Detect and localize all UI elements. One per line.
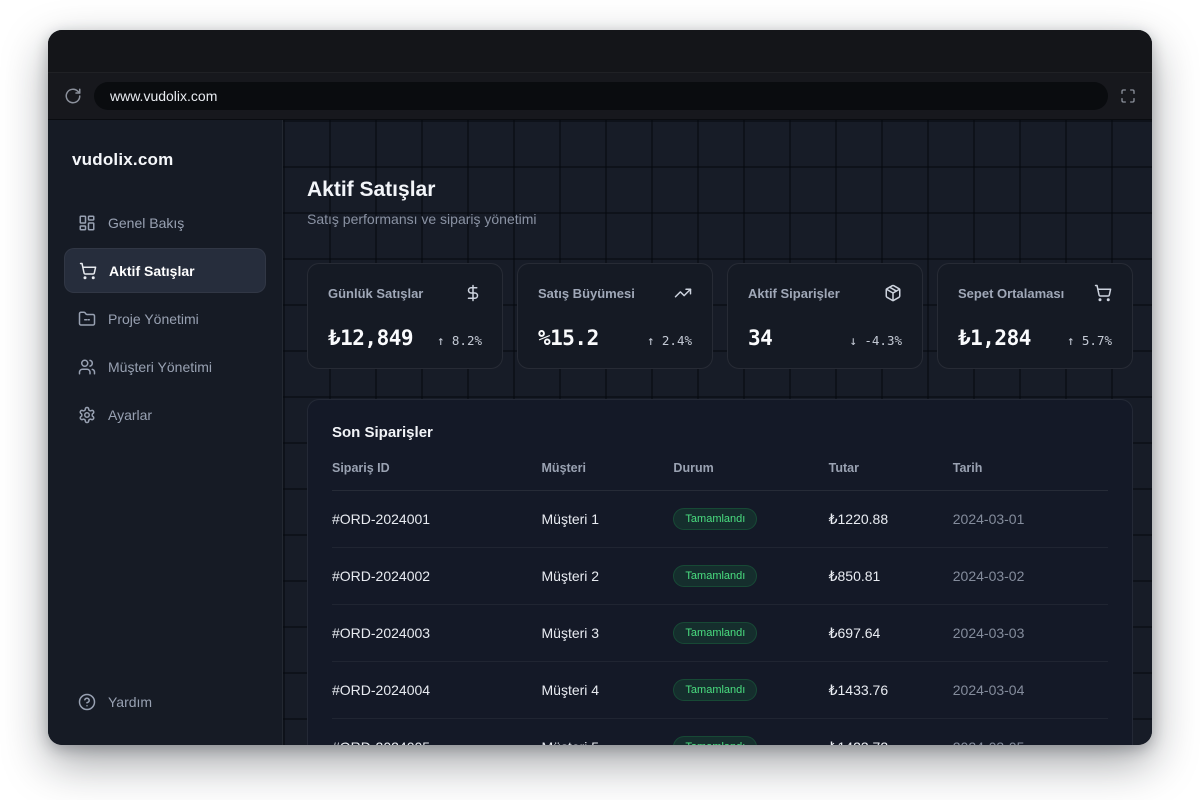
- order-customer: Müşteri 3: [542, 605, 674, 662]
- sidebar-item-label: Genel Bakış: [108, 215, 184, 231]
- order-date: 2024-03-05: [953, 719, 1108, 746]
- order-amount: ₺1433.76: [829, 662, 953, 719]
- sidebar-item-label: Müşteri Yönetimi: [108, 359, 212, 375]
- folder-icon: [78, 310, 96, 328]
- shopping-cart-icon: [1094, 284, 1112, 302]
- sidebar-item-genel-bakis[interactable]: Genel Bakış: [64, 200, 266, 245]
- sidebar-item-yardim[interactable]: Yardım: [64, 679, 266, 724]
- sidebar-item-label: Ayarlar: [108, 407, 152, 423]
- app-shell: vudolix.com Genel Bakış Aktif Satışlar P…: [48, 120, 1152, 745]
- sidebar-item-label: Proje Yönetimi: [108, 311, 199, 327]
- browser-window: www.vudolix.com vudolix.com Genel Bakış …: [48, 30, 1152, 745]
- column-header-musteri: Müşteri: [542, 461, 674, 491]
- sidebar: vudolix.com Genel Bakış Aktif Satışlar P…: [48, 120, 283, 745]
- reload-icon[interactable]: [64, 87, 82, 105]
- table-row[interactable]: #ORD-2024004 Müşteri 4 Tamamlandı ₺1433.…: [332, 662, 1108, 719]
- fullscreen-icon[interactable]: [1120, 88, 1136, 104]
- order-id: #ORD-2024005: [332, 719, 542, 746]
- trending-up-icon: [674, 284, 692, 302]
- stat-change: ↑ 5.7%: [1067, 333, 1112, 348]
- stat-label: Satış Büyümesi: [538, 286, 635, 301]
- page-subtitle: Satış performansı ve sipariş yönetimi: [307, 211, 1133, 227]
- order-id: #ORD-2024004: [332, 662, 542, 719]
- order-amount: ₺850.81: [829, 548, 953, 605]
- stats-row: Günlük Satışlar ₺12,849 ↑ 8.2% Satış Büy…: [307, 263, 1133, 369]
- order-amount: ₺1423.72: [829, 719, 953, 746]
- status-badge: Tamamlandı: [673, 565, 757, 587]
- stat-change: ↑ 8.2%: [437, 333, 482, 348]
- stat-value: ₺1,284: [958, 326, 1031, 350]
- url-bar[interactable]: www.vudolix.com: [94, 82, 1108, 110]
- stat-card-sepet-ortalamasi: Sepet Ortalaması ₺1,284 ↑ 5.7%: [937, 263, 1133, 369]
- order-id: #ORD-2024002: [332, 548, 542, 605]
- order-amount: ₺697.64: [829, 605, 953, 662]
- stat-change: ↓ -4.3%: [849, 333, 902, 348]
- column-header-durum: Durum: [673, 461, 828, 491]
- stat-value: 34: [748, 326, 772, 350]
- sidebar-item-aktif-satislar[interactable]: Aktif Satışlar: [64, 248, 266, 293]
- table-row[interactable]: #ORD-2024005 Müşteri 5 Tamamlandı ₺1423.…: [332, 719, 1108, 746]
- brand-title: vudolix.com: [64, 142, 266, 170]
- order-customer: Müşteri 1: [542, 491, 674, 548]
- help-circle-icon: [78, 693, 96, 711]
- dollar-sign-icon: [464, 284, 482, 302]
- orders-table: Sipariş ID Müşteri Durum Tutar Tarih #OR…: [332, 461, 1108, 745]
- order-date: 2024-03-04: [953, 662, 1108, 719]
- shopping-cart-icon: [79, 262, 97, 280]
- stat-value: ₺12,849: [328, 326, 413, 350]
- stat-card-gunluk-satislar: Günlük Satışlar ₺12,849 ↑ 8.2%: [307, 263, 503, 369]
- sidebar-item-musteri-yonetimi[interactable]: Müşteri Yönetimi: [64, 344, 266, 389]
- sidebar-item-ayarlar[interactable]: Ayarlar: [64, 392, 266, 437]
- order-date: 2024-03-02: [953, 548, 1108, 605]
- column-header-siparis-id: Sipariş ID: [332, 461, 542, 491]
- page-title: Aktif Satışlar: [307, 178, 1133, 202]
- status-badge: Tamamlandı: [673, 508, 757, 530]
- orders-panel-title: Son Siparişler: [332, 424, 1108, 441]
- sidebar-item-label: Yardım: [108, 694, 152, 710]
- window-titlebar: [48, 30, 1152, 72]
- stat-label: Günlük Satışlar: [328, 286, 423, 301]
- gear-icon: [78, 406, 96, 424]
- table-header-row: Sipariş ID Müşteri Durum Tutar Tarih: [332, 461, 1108, 491]
- order-date: 2024-03-03: [953, 605, 1108, 662]
- stat-label: Aktif Siparişler: [748, 286, 840, 301]
- url-text: www.vudolix.com: [110, 88, 217, 104]
- order-amount: ₺1220.88: [829, 491, 953, 548]
- sidebar-item-label: Aktif Satışlar: [109, 263, 195, 279]
- orders-panel: Son Siparişler Sipariş ID Müşteri Durum …: [307, 399, 1133, 745]
- stat-change: ↑ 2.4%: [647, 333, 692, 348]
- table-row[interactable]: #ORD-2024001 Müşteri 1 Tamamlandı ₺1220.…: [332, 491, 1108, 548]
- dashboard-grid-icon: [78, 214, 96, 232]
- order-id: #ORD-2024001: [332, 491, 542, 548]
- stat-card-aktif-siparisler: Aktif Siparişler 34 ↓ -4.3%: [727, 263, 923, 369]
- main-content: Aktif Satışlar Satış performansı ve sipa…: [283, 120, 1152, 745]
- order-customer: Müşteri 2: [542, 548, 674, 605]
- table-row[interactable]: #ORD-2024003 Müşteri 3 Tamamlandı ₺697.6…: [332, 605, 1108, 662]
- table-row[interactable]: #ORD-2024002 Müşteri 2 Tamamlandı ₺850.8…: [332, 548, 1108, 605]
- order-customer: Müşteri 5: [542, 719, 674, 746]
- order-id: #ORD-2024003: [332, 605, 542, 662]
- stat-card-satis-buyumesi: Satış Büyümesi %15.2 ↑ 2.4%: [517, 263, 713, 369]
- browser-toolbar: www.vudolix.com: [48, 72, 1152, 120]
- order-customer: Müşteri 4: [542, 662, 674, 719]
- status-badge: Tamamlandı: [673, 679, 757, 701]
- column-header-tutar: Tutar: [829, 461, 953, 491]
- users-icon: [78, 358, 96, 376]
- status-badge: Tamamlandı: [673, 622, 757, 644]
- status-badge: Tamamlandı: [673, 736, 757, 745]
- stat-label: Sepet Ortalaması: [958, 286, 1064, 301]
- order-date: 2024-03-01: [953, 491, 1108, 548]
- package-box-icon: [884, 284, 902, 302]
- stat-value: %15.2: [538, 326, 599, 350]
- sidebar-item-proje-yonetimi[interactable]: Proje Yönetimi: [64, 296, 266, 341]
- column-header-tarih: Tarih: [953, 461, 1108, 491]
